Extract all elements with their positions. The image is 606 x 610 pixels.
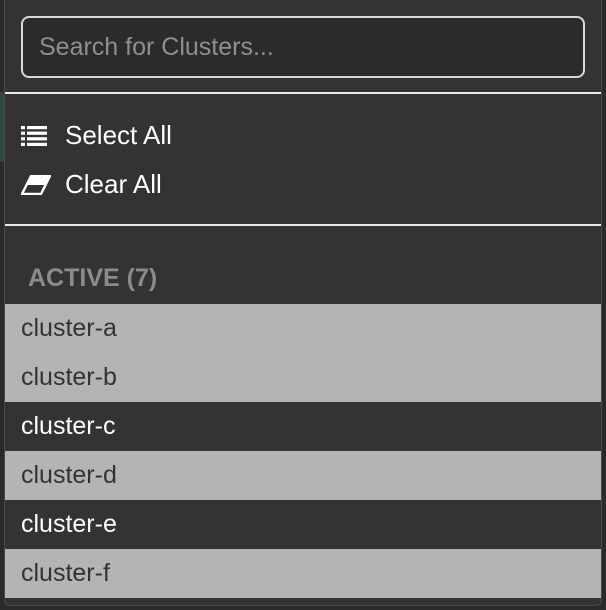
cluster-option[interactable]: cluster-a [5, 304, 601, 353]
clear-all-label: Clear All [65, 169, 162, 199]
eraser-icon [21, 172, 51, 198]
bulk-actions: Select All Clear All [5, 94, 601, 226]
cluster-option[interactable]: cluster-e [5, 500, 601, 549]
search-section [5, 0, 601, 94]
cluster-option[interactable]: cluster-f [5, 549, 601, 598]
cluster-search-input[interactable] [21, 16, 585, 78]
cluster-list: cluster-a cluster-b cluster-c cluster-d clus… [5, 304, 601, 598]
cluster-option[interactable]: cluster-d [5, 451, 601, 500]
select-all-button[interactable]: Select All [5, 111, 601, 160]
list-icon [21, 123, 51, 149]
cluster-filter-dropdown: Select All Clear All ACTIVE (7) cluster-… [4, 0, 602, 606]
clear-all-button[interactable]: Clear All [5, 160, 601, 209]
cluster-option[interactable]: cluster-b [5, 353, 601, 402]
select-all-label: Select All [65, 120, 172, 150]
group-header-active: ACTIVE (7) [28, 264, 158, 292]
cluster-option[interactable]: cluster-c [5, 402, 601, 451]
